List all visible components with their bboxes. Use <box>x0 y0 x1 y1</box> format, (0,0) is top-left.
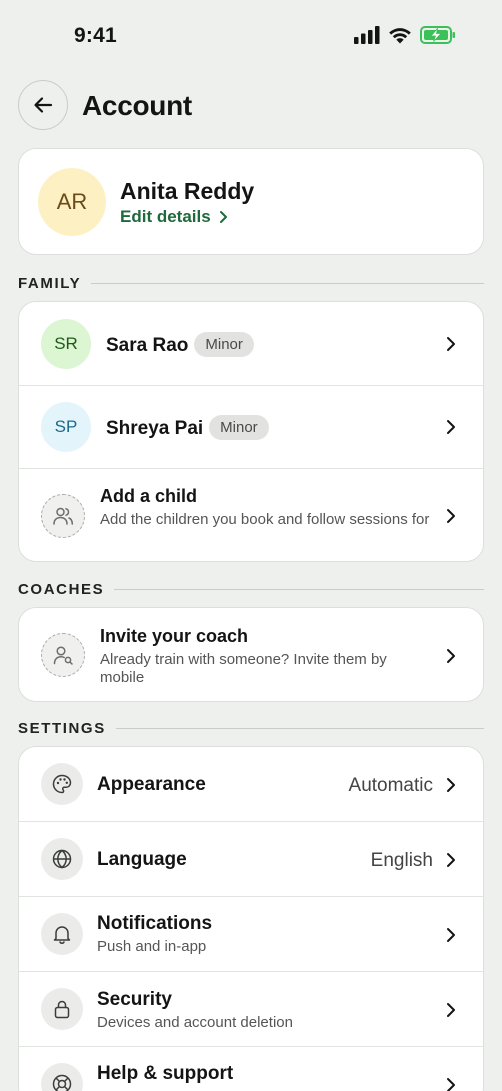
invite-coach-subtitle: Already train with someone? Invite them … <box>100 651 387 686</box>
chevron-right-icon <box>447 420 455 434</box>
family-member-name: Shreya Pai Minor <box>106 415 269 440</box>
wifi-icon <box>389 28 411 44</box>
back-button[interactable] <box>18 80 68 130</box>
chevron-right-icon <box>447 1078 455 1091</box>
settings-item-value: English <box>370 850 433 871</box>
globe-icon <box>52 849 72 869</box>
chevron-right-icon <box>219 211 227 223</box>
notifications-icon-wrap <box>41 913 83 955</box>
status-bar: 9:41 <box>0 0 502 72</box>
user-search-icon <box>53 646 73 665</box>
language-icon-wrap <box>41 838 83 880</box>
family-member-row[interactable]: SP Shreya Pai Minor <box>19 386 483 469</box>
add-child-avatar <box>41 494 85 538</box>
section-label-settings: SETTINGS <box>18 719 484 737</box>
profile-name: Anita Reddy <box>120 178 255 204</box>
family-member-row[interactable]: SR Sara Rao Minor <box>19 302 483 386</box>
palette-icon <box>52 774 72 794</box>
chevron-right-icon <box>447 853 455 867</box>
settings-item-value: Automatic <box>348 775 433 796</box>
bell-icon <box>53 926 71 944</box>
chevron-right-icon <box>447 509 455 523</box>
appearance-icon-wrap <box>41 763 83 805</box>
section-divider <box>91 282 484 284</box>
lifebuoy-icon <box>52 1074 72 1091</box>
battery-charging-icon <box>420 26 455 44</box>
chevron-right-icon <box>447 928 455 942</box>
arrow-left-icon <box>34 97 53 113</box>
add-child-title: Add a child <box>100 486 198 506</box>
settings-item-appearance[interactable]: Appearance Automatic <box>19 747 483 822</box>
page-title: Account <box>82 90 192 121</box>
settings-item-label: Language <box>97 849 187 870</box>
section-divider <box>114 588 484 590</box>
settings-item-label: Notifications <box>97 913 213 934</box>
invite-coach-avatar <box>41 633 85 677</box>
status-icons <box>354 26 456 44</box>
cellular-signal-icon <box>354 26 380 44</box>
chevron-right-icon <box>447 778 455 792</box>
settings-item-language[interactable]: Language English <box>19 822 483 897</box>
member-name: Shreya Pai <box>106 418 204 439</box>
users-icon <box>53 507 74 525</box>
settings-item-help[interactable]: Help & support <box>19 1047 483 1091</box>
security-icon-wrap <box>41 988 83 1030</box>
invite-coach-row[interactable]: Invite your coach Already train with som… <box>19 608 483 701</box>
member-name: Sara Rao <box>106 335 189 356</box>
add-child-subtitle: Add the children you book and follow ses… <box>100 511 430 528</box>
settings-item-label: Help & support <box>97 1063 234 1084</box>
family-member-name: Sara Rao Minor <box>106 332 254 357</box>
chevron-right-icon <box>447 1003 455 1017</box>
help-icon-wrap <box>41 1063 83 1091</box>
status-time: 9:41 <box>74 24 117 47</box>
settings-item-security[interactable]: Security Devices and account deletion <box>19 972 483 1047</box>
section-divider <box>115 727 484 729</box>
edit-details-link[interactable]: Edit details <box>120 207 228 227</box>
section-label-text: COACHES <box>18 580 105 598</box>
chevron-right-icon <box>447 337 455 351</box>
settings-card: Appearance Automatic Language English No… <box>18 746 484 1091</box>
settings-item-notifications[interactable]: Notifications Push and in-app <box>19 897 483 972</box>
section-label-coaches: COACHES <box>18 580 484 598</box>
settings-item-label: Security <box>97 989 172 1010</box>
avatar: AR <box>38 168 106 236</box>
avatar: SR <box>41 319 91 369</box>
section-label-family: FAMILY <box>18 274 484 292</box>
edit-details-label: Edit details <box>120 207 211 226</box>
chevron-right-icon <box>447 649 455 663</box>
add-child-row[interactable]: Add a child Add the children you book an… <box>19 469 483 561</box>
coaches-card: Invite your coach Already train with som… <box>18 607 484 702</box>
settings-item-subtitle: Push and in-app <box>97 938 207 955</box>
settings-item-label: Appearance <box>97 774 206 795</box>
section-label-text: SETTINGS <box>18 719 106 737</box>
avatar: SP <box>41 402 91 452</box>
family-card: SR Sara Rao Minor SP Shreya Pai Minor Add … <box>18 301 484 562</box>
section-label-text: FAMILY <box>18 274 82 292</box>
minor-badge: Minor <box>209 415 269 440</box>
settings-item-subtitle: Devices and account deletion <box>97 1014 293 1031</box>
header: Account <box>18 80 484 130</box>
profile-card[interactable]: AR Anita Reddy Edit details <box>18 148 484 255</box>
invite-coach-title: Invite your coach <box>100 626 249 646</box>
minor-badge: Minor <box>194 332 254 357</box>
lock-icon <box>54 1000 70 1019</box>
